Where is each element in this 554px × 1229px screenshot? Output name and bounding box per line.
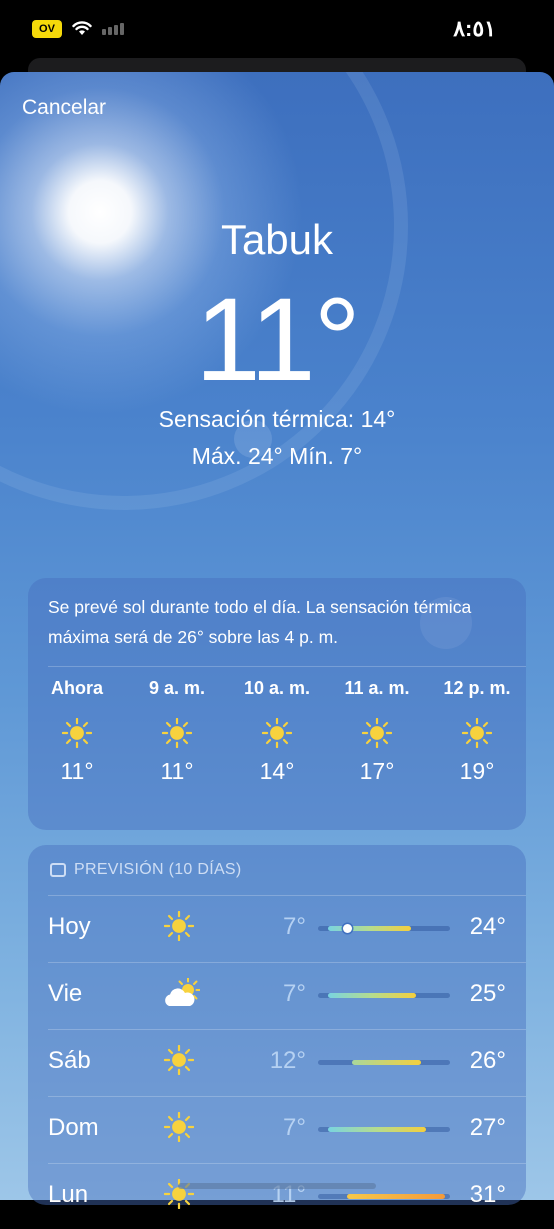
wifi-icon (72, 21, 92, 35)
hourly-item: 11 a. m. 17° (336, 678, 418, 785)
hourly-list[interactable]: Ahora 11° 9 a. m. 11° 10 a. m. 14° 11 a. m.… (28, 678, 526, 785)
current-temp-marker (342, 924, 352, 933)
status-icons: OV (32, 20, 124, 38)
sun-icon (461, 717, 493, 749)
sun-icon (163, 910, 200, 943)
daily-row[interactable]: Lun 11° 31° (28, 1163, 526, 1229)
cancel-button[interactable]: Cancelar (22, 96, 106, 120)
high-temperature: 31° (469, 1181, 506, 1208)
temperature-range-bar (318, 1127, 450, 1132)
temperature-range-fill (347, 1194, 446, 1199)
high-temperature: 25° (469, 980, 506, 1007)
high-low: Máx. 24° Mín. 7° (191, 443, 363, 469)
hour-label: 9 a. m. (148, 678, 206, 698)
sun-icon (163, 1044, 200, 1077)
cellular-signal-icon (102, 23, 124, 35)
day-label: Hoy (48, 913, 91, 940)
hour-label: 12 p. m. (443, 678, 511, 698)
temperature-range-fill (327, 993, 416, 998)
calendar-icon (50, 863, 66, 877)
hour-label: Ahora (50, 678, 103, 698)
high-temperature: 24° (469, 913, 506, 940)
sun-icon (161, 717, 193, 749)
temperature-range-fill (352, 1060, 421, 1065)
city-name: Tabuk (220, 216, 334, 263)
low-temperature: 7° (283, 980, 306, 1007)
divider (48, 666, 526, 667)
daily-row[interactable]: Dom 7° 27° (28, 1096, 526, 1162)
divider (48, 1096, 526, 1097)
daily-row[interactable]: Sáb 12° 26° (28, 1029, 526, 1095)
divider (48, 1029, 526, 1030)
daily-row[interactable]: Vie 7° 25° (28, 962, 526, 1028)
hourly-item: 12 p. m. 19° (436, 678, 518, 785)
sun-icon (261, 717, 293, 749)
sun-icon (163, 1111, 200, 1144)
temperature-range-bar (318, 1194, 450, 1199)
daily-header: PREVISIÓN (10 DÍAS) (50, 861, 242, 879)
current-temperature: 11° (195, 274, 361, 406)
day-label: Vie (48, 980, 83, 1007)
temperature-range-fill (327, 1127, 426, 1132)
low-temperature: 12° (269, 1047, 306, 1074)
temperature-range-bar (318, 1060, 450, 1065)
hour-temperature: 14° (259, 758, 295, 784)
hourly-forecast-card[interactable]: Se prevé sol durante todo el día. La sen… (28, 578, 526, 830)
day-label: Dom (48, 1114, 99, 1141)
daily-header-label: PREVISIÓN (10 DÍAS) (74, 861, 242, 878)
hour-temperature: 11° (60, 758, 94, 784)
divider (48, 895, 526, 896)
divider (48, 1163, 526, 1164)
hour-label: 10 a. m. (243, 678, 311, 698)
hourly-item: 9 a. m. 11° (136, 678, 218, 785)
day-label: Lun (48, 1181, 89, 1208)
temperature-range-bar (318, 993, 450, 998)
temperature-range-bar (318, 924, 450, 933)
battery-icon: OV (32, 20, 62, 38)
day-label: Sáb (48, 1047, 91, 1074)
feels-like: Sensación térmica: 14° (158, 406, 396, 432)
sun-icon (61, 717, 93, 749)
sun-icon (361, 717, 393, 749)
daily-row[interactable]: Hoy 7° 24° (28, 895, 526, 961)
hour-temperature: 19° (459, 758, 495, 784)
hour-label: 11 a. m. (344, 678, 410, 698)
hour-temperature: 17° (359, 758, 395, 784)
hourly-item: Ahora 11° (36, 678, 118, 785)
home-indicator[interactable] (178, 1183, 376, 1189)
hourly-item: 10 a. m. 14° (236, 678, 318, 785)
status-time: ٨:٥١ (453, 16, 496, 41)
divider (48, 962, 526, 963)
status-bar: OV ٨:٥١ (0, 0, 554, 62)
partly-cloudy-icon (164, 977, 201, 1010)
forecast-summary: Se prevé sol durante todo el día. La sen… (48, 597, 472, 647)
battery-label: OV (39, 23, 55, 35)
low-temperature: 7° (283, 1114, 306, 1141)
high-temperature: 27° (469, 1114, 506, 1141)
temperature-range-fill (327, 926, 411, 931)
high-temperature: 26° (469, 1047, 506, 1074)
daily-forecast-card[interactable]: PREVISIÓN (10 DÍAS) Hoy 7° 24° Vie 7° 25… (28, 845, 526, 1210)
hour-temperature: 11° (160, 758, 194, 784)
low-temperature: 7° (283, 913, 306, 940)
